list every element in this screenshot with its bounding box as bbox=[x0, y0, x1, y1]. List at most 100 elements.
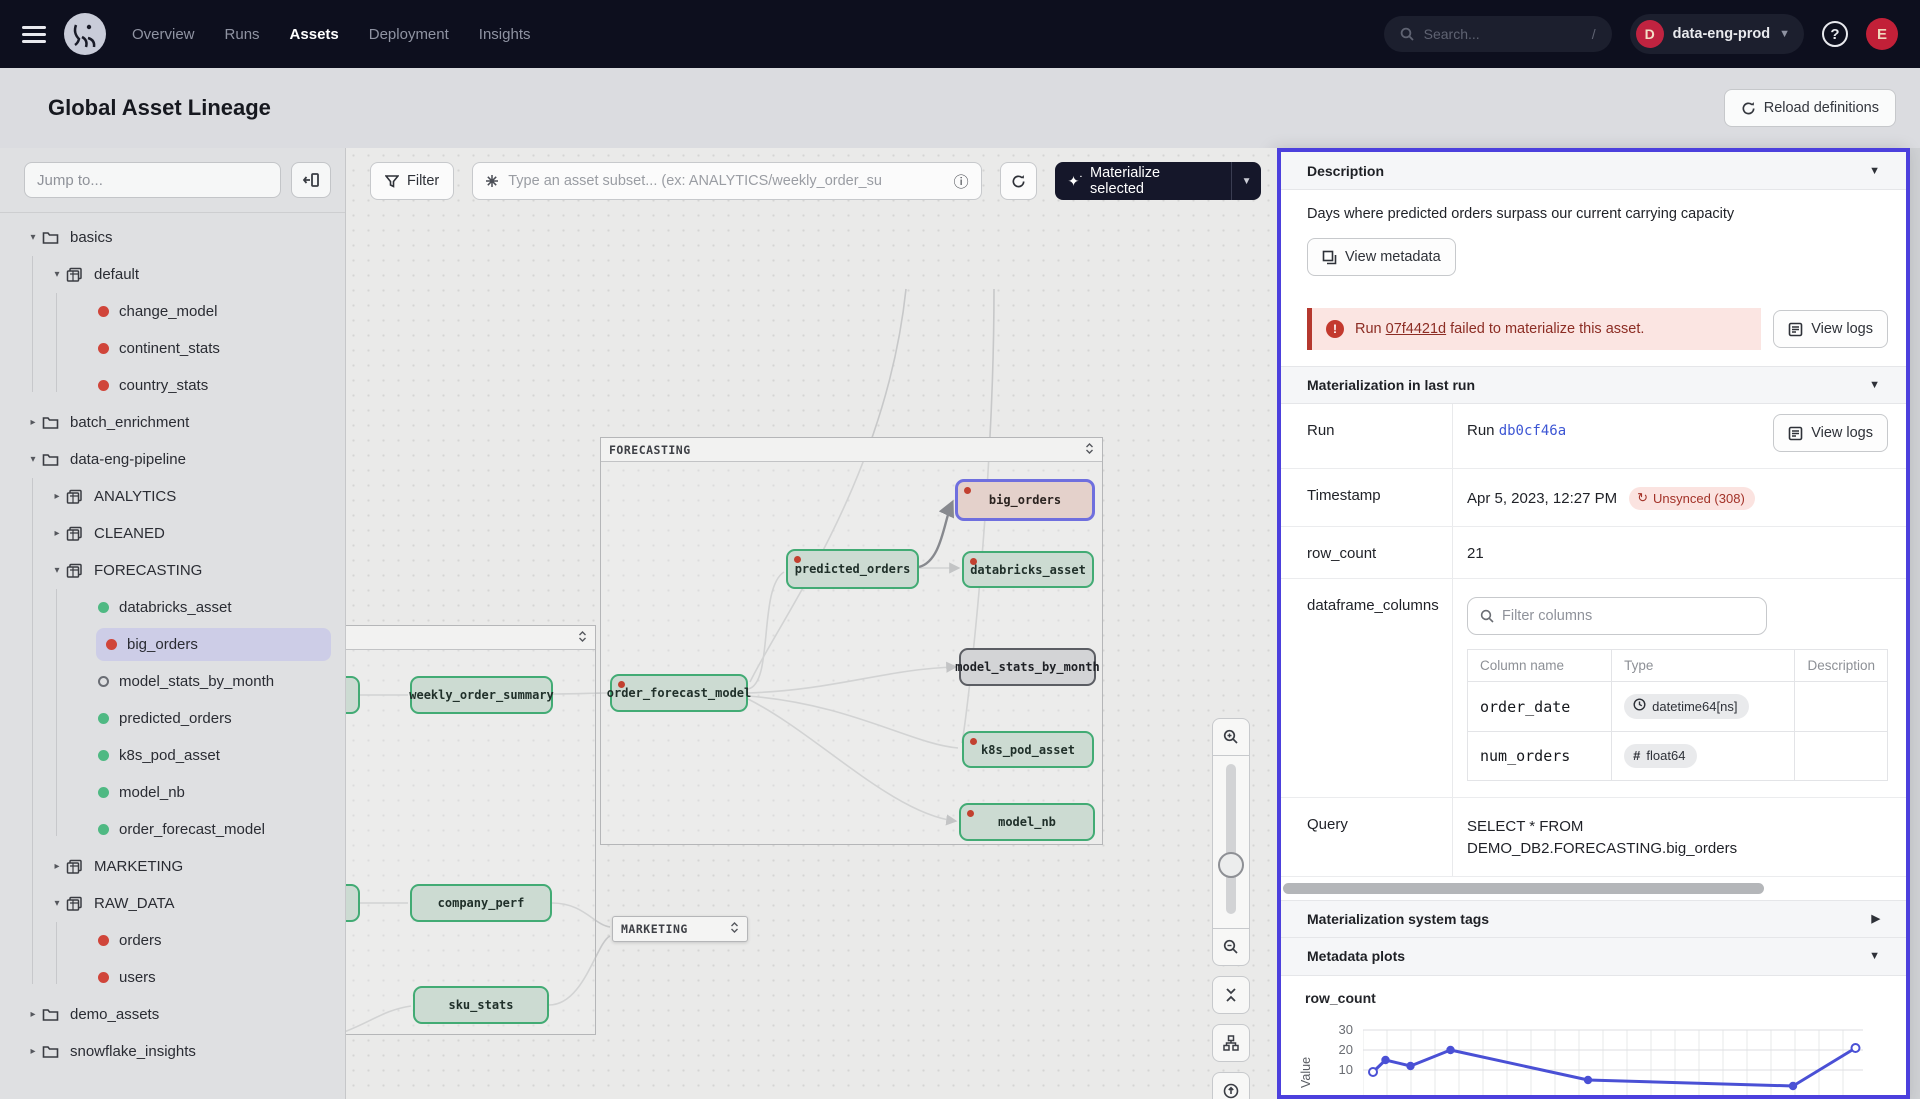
caret-down-icon[interactable]: ▾ bbox=[24, 232, 42, 243]
sidebar-item-continent_stats[interactable]: continent_stats bbox=[0, 330, 345, 367]
caret-down-icon[interactable]: ▾ bbox=[48, 898, 66, 909]
sidebar-item-FORECASTING[interactable]: ▾FORECASTING bbox=[0, 552, 345, 589]
caret-down-icon[interactable]: ▾ bbox=[48, 269, 66, 280]
nav-link-assets[interactable]: Assets bbox=[290, 26, 339, 43]
caret-down-icon[interactable]: ▾ bbox=[48, 565, 66, 576]
row-count-row: row_count 21 bbox=[1281, 527, 1906, 579]
asset-subset-input[interactable]: Type an asset subset... (ex: ANALYTICS/w… bbox=[472, 162, 981, 200]
sidebar-item-order_forecast_model[interactable]: order_forecast_model bbox=[0, 811, 345, 848]
search-input[interactable]: Search... / bbox=[1384, 16, 1612, 52]
sidebar-item-k8s_pod_asset[interactable]: k8s_pod_asset bbox=[0, 737, 345, 774]
failed-run-link[interactable]: 07f4421d bbox=[1386, 321, 1446, 337]
collapse-groups-button[interactable] bbox=[1212, 976, 1250, 1014]
graph-node-cropped[interactable] bbox=[346, 884, 360, 922]
graph-node-order_forecast_model[interactable]: order_forecast_model bbox=[610, 674, 748, 712]
dagster-logo-icon[interactable] bbox=[64, 13, 106, 55]
recenter-button[interactable] bbox=[1212, 1072, 1250, 1099]
graph-group-MARKETING[interactable]: MARKETING bbox=[612, 916, 748, 942]
section-header-materialization[interactable]: Materialization in last run ▼ bbox=[1281, 366, 1906, 404]
sidebar-item-databricks_asset[interactable]: databricks_asset bbox=[0, 589, 345, 626]
table-row: num_orders#float64 bbox=[1468, 732, 1888, 781]
sidebar-item-users[interactable]: users bbox=[0, 959, 345, 996]
graph-node-big_orders[interactable]: big_orders bbox=[955, 479, 1095, 521]
caret-right-icon[interactable]: ▸ bbox=[48, 528, 66, 539]
zoom-slider-handle[interactable] bbox=[1218, 852, 1244, 878]
graph-node-model_nb[interactable]: model_nb bbox=[959, 803, 1095, 841]
info-icon[interactable]: ⓘ bbox=[954, 171, 969, 192]
folder-icon bbox=[42, 230, 64, 245]
asset-subset-icon bbox=[485, 174, 499, 188]
caret-right-icon[interactable]: ▸ bbox=[48, 861, 66, 872]
section-header-system-tags[interactable]: Materialization system tags ▶ bbox=[1281, 900, 1906, 938]
nav-link-insights[interactable]: Insights bbox=[479, 26, 531, 43]
section-header-metadata-plots[interactable]: Metadata plots ▼ bbox=[1281, 938, 1906, 976]
sidebar-item-RAW_DATA[interactable]: ▾RAW_DATA bbox=[0, 885, 345, 922]
sidebar-item-ANALYTICS[interactable]: ▸ANALYTICS bbox=[0, 478, 345, 515]
sidebar-item-basics[interactable]: ▾basics bbox=[0, 219, 345, 256]
graph-node-databricks_asset[interactable]: databricks_asset bbox=[962, 551, 1094, 588]
materialize-dropdown-caret[interactable]: ▼ bbox=[1231, 162, 1261, 200]
view-metadata-button[interactable]: View metadata bbox=[1307, 238, 1456, 276]
help-icon[interactable]: ? bbox=[1822, 21, 1848, 47]
layout-graph-button[interactable] bbox=[1212, 1024, 1250, 1062]
graph-node-weekly_order_summary[interactable]: weekly_order_summary bbox=[410, 676, 553, 714]
sidebar-item-predicted_orders[interactable]: predicted_orders bbox=[0, 700, 345, 737]
org-chart-icon bbox=[1223, 1035, 1239, 1051]
chevron-down-icon: ▼ bbox=[1869, 379, 1880, 391]
sidebar-item-snowflake_insights[interactable]: ▸snowflake_insights bbox=[0, 1033, 345, 1070]
group-collapse-icon[interactable] bbox=[578, 631, 587, 645]
lineage-graph-canvas[interactable]: Filter Type an asset subset... (ex: ANAL… bbox=[346, 148, 1277, 1099]
caret-right-icon[interactable]: ▸ bbox=[24, 1046, 42, 1057]
sidebar-item-big_orders[interactable]: big_orders bbox=[0, 626, 345, 663]
sidebar-item-CLEANED[interactable]: ▸CLEANED bbox=[0, 515, 345, 552]
sidebar-item-demo_assets[interactable]: ▸demo_assets bbox=[0, 996, 345, 1033]
horizontal-scrollbar[interactable] bbox=[1283, 883, 1900, 894]
sidebar-item-orders[interactable]: orders bbox=[0, 922, 345, 959]
graph-node-cropped[interactable] bbox=[346, 676, 360, 714]
view-logs-button[interactable]: View logs bbox=[1773, 414, 1888, 452]
sidebar-item-change_model[interactable]: change_model bbox=[0, 293, 345, 330]
filter-columns-input[interactable]: Filter columns bbox=[1467, 597, 1767, 635]
sidebar-item-batch_enrichment[interactable]: ▸batch_enrichment bbox=[0, 404, 345, 441]
zoom-out-button[interactable] bbox=[1212, 928, 1250, 966]
materialize-selected-button[interactable]: ✦˙ Materialize selected ▼ bbox=[1055, 162, 1261, 200]
graph-node-model_stats_by_month[interactable]: model_stats_by_month bbox=[959, 648, 1096, 686]
graph-node-predicted_orders[interactable]: predicted_orders bbox=[786, 549, 919, 589]
status-dot-green bbox=[98, 713, 109, 724]
sidebar-item-model_nb[interactable]: model_nb bbox=[0, 774, 345, 811]
asset-group-icon bbox=[66, 563, 88, 579]
avatar[interactable]: E bbox=[1866, 18, 1898, 50]
zoom-slider[interactable] bbox=[1212, 756, 1250, 928]
unsynced-badge: ↻Unsynced (308) bbox=[1629, 487, 1755, 510]
graph-node-k8s_pod_asset[interactable]: k8s_pod_asset bbox=[962, 731, 1094, 768]
nav-link-deployment[interactable]: Deployment bbox=[369, 26, 449, 43]
caret-right-icon[interactable]: ▸ bbox=[48, 491, 66, 502]
graph-node-company_perf[interactable]: company_perf bbox=[410, 884, 552, 922]
graph-node-sku_stats[interactable]: sku_stats bbox=[413, 986, 549, 1024]
menu-icon[interactable] bbox=[22, 26, 46, 43]
reload-definitions-button[interactable]: Reload definitions bbox=[1724, 89, 1896, 127]
filter-button[interactable]: Filter bbox=[370, 162, 454, 200]
tree-guide-line bbox=[32, 256, 33, 392]
run-row: Run Run db0cf46a View logs bbox=[1281, 404, 1906, 469]
run-link[interactable]: db0cf46a bbox=[1499, 423, 1566, 439]
group-collapse-icon[interactable] bbox=[730, 922, 739, 936]
sidebar-item-model_stats_by_month[interactable]: model_stats_by_month bbox=[0, 663, 345, 700]
nav-link-overview[interactable]: Overview bbox=[132, 26, 195, 43]
jump-to-input[interactable]: Jump to... bbox=[24, 162, 281, 198]
view-logs-button[interactable]: View logs bbox=[1773, 310, 1888, 348]
sidebar-item-default[interactable]: ▾default bbox=[0, 256, 345, 293]
refresh-graph-button[interactable] bbox=[1000, 162, 1037, 200]
group-collapse-icon[interactable] bbox=[1085, 443, 1094, 457]
caret-right-icon[interactable]: ▸ bbox=[24, 417, 42, 428]
nav-link-runs[interactable]: Runs bbox=[225, 26, 260, 43]
caret-right-icon[interactable]: ▸ bbox=[24, 1009, 42, 1020]
sidebar-item-MARKETING[interactable]: ▸MARKETING bbox=[0, 848, 345, 885]
sidebar-item-data-eng-pipeline[interactable]: ▾data-eng-pipeline bbox=[0, 441, 345, 478]
deployment-switcher[interactable]: D data-eng-prod ▼ bbox=[1630, 14, 1804, 54]
collapse-sidebar-button[interactable] bbox=[291, 162, 331, 198]
section-header-description[interactable]: Description ▼ bbox=[1281, 152, 1906, 190]
zoom-in-button[interactable] bbox=[1212, 718, 1250, 756]
caret-down-icon[interactable]: ▾ bbox=[24, 454, 42, 465]
sidebar-item-country_stats[interactable]: country_stats bbox=[0, 367, 345, 404]
